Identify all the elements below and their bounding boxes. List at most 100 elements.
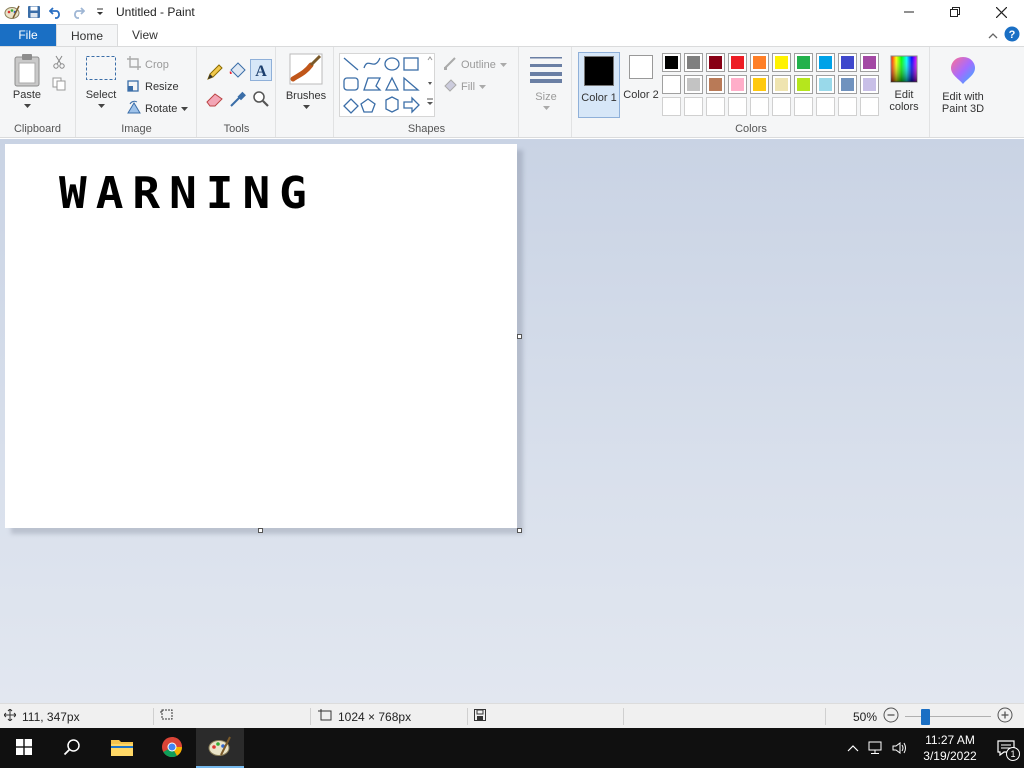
palette-swatch[interactable]: [728, 53, 747, 72]
palette-custom-slot[interactable]: [838, 97, 857, 116]
eraser-icon[interactable]: [206, 91, 224, 110]
paint-app-icon[interactable]: [2, 2, 22, 22]
rotate-button[interactable]: Rotate: [127, 100, 189, 117]
color1-button[interactable]: Color 1: [578, 52, 620, 118]
save-icon[interactable]: [24, 2, 44, 22]
palette-swatch[interactable]: [706, 53, 725, 72]
color2-button[interactable]: Color 2: [623, 55, 659, 101]
edit-with-paint3d-button[interactable]: Edit with Paint 3D: [935, 55, 991, 115]
paint3d-icon: [949, 55, 977, 85]
palette-swatch[interactable]: [838, 75, 857, 94]
palette-swatch[interactable]: [816, 53, 835, 72]
fill-button[interactable]: Fill: [443, 78, 487, 95]
palette-swatch[interactable]: [838, 53, 857, 72]
zoom-in-icon[interactable]: [997, 707, 1013, 726]
undo-icon[interactable]: [46, 2, 66, 22]
resize-handle-right[interactable]: [517, 334, 522, 339]
palette-custom-slot[interactable]: [816, 97, 835, 116]
show-hidden-icons-icon[interactable]: [842, 744, 864, 752]
palette-custom-slot[interactable]: [860, 97, 879, 116]
palette-custom-slot[interactable]: [728, 97, 747, 116]
network-icon[interactable]: [864, 741, 888, 755]
size-button[interactable]: Size: [527, 55, 565, 110]
palette-swatch[interactable]: [662, 75, 681, 94]
palette-swatch-color: [863, 78, 876, 91]
fill-bucket-icon[interactable]: [228, 62, 248, 83]
clock-time: 11:27 AM: [925, 733, 975, 747]
customize-qat-icon[interactable]: [90, 2, 110, 22]
select-button[interactable]: Select: [83, 55, 119, 108]
palette-swatch-color: [819, 78, 832, 91]
outline-button[interactable]: Outline: [443, 56, 507, 73]
palette-custom-slot[interactable]: [662, 97, 681, 116]
zoom-slider[interactable]: [905, 708, 992, 725]
resize-handle-corner[interactable]: [517, 528, 522, 533]
palette-custom-slot[interactable]: [684, 97, 703, 116]
cut-icon[interactable]: [52, 55, 66, 72]
redo-icon[interactable]: [68, 2, 88, 22]
palette-custom-slot[interactable]: [772, 97, 791, 116]
tab-view[interactable]: View: [118, 24, 172, 46]
search-button[interactable]: [48, 728, 96, 768]
window-controls: [886, 0, 1024, 24]
outline-icon: [443, 56, 457, 73]
rotate-icon: [127, 100, 141, 117]
edit-colors-label: Edit colors: [889, 89, 919, 113]
palette-swatch[interactable]: [860, 53, 879, 72]
resize-label: Resize: [145, 80, 179, 93]
palette-swatch[interactable]: [728, 75, 747, 94]
palette-swatch[interactable]: [662, 53, 681, 72]
resize-handle-bottom[interactable]: [258, 528, 263, 533]
palette-swatch[interactable]: [684, 53, 703, 72]
taskbar-file-explorer[interactable]: [98, 728, 146, 768]
volume-icon[interactable]: [888, 741, 912, 755]
copy-icon[interactable]: [52, 77, 66, 94]
minimize-button[interactable]: [886, 0, 932, 24]
palette-swatch[interactable]: [816, 75, 835, 94]
close-button[interactable]: [978, 0, 1024, 24]
shapes-gallery[interactable]: [339, 53, 435, 117]
zoom-slider-thumb[interactable]: [921, 708, 931, 725]
crop-icon: [127, 56, 141, 73]
collapse-ribbon-icon[interactable]: [988, 29, 998, 43]
brushes-button[interactable]: Brushes: [283, 53, 329, 109]
magnifier-icon[interactable]: [252, 90, 270, 111]
palette-custom-slot[interactable]: [706, 97, 725, 116]
notification-center-icon[interactable]: 1: [988, 728, 1024, 768]
palette-swatch[interactable]: [772, 53, 791, 72]
clock[interactable]: 11:27 AM 3/19/2022: [912, 732, 988, 764]
crop-button[interactable]: Crop: [127, 56, 169, 73]
system-tray: 11:27 AM 3/19/2022 1: [842, 728, 1024, 768]
help-icon[interactable]: ?: [1004, 26, 1020, 45]
restore-button[interactable]: [932, 0, 978, 24]
taskbar-chrome[interactable]: [148, 728, 196, 768]
palette-swatch-color: [687, 56, 700, 69]
color-picker-icon[interactable]: [229, 90, 247, 111]
brushes-label: Brushes: [285, 90, 327, 102]
taskbar-paint[interactable]: [196, 728, 244, 768]
zoom-out-icon[interactable]: [883, 707, 899, 726]
pencil-icon[interactable]: [206, 63, 224, 84]
palette-custom-slot[interactable]: [750, 97, 769, 116]
palette-swatch[interactable]: [706, 75, 725, 94]
drawing-canvas[interactable]: WARNING: [5, 144, 517, 528]
palette-swatch[interactable]: [750, 53, 769, 72]
palette-swatch-color: [709, 78, 722, 91]
palette-swatch[interactable]: [860, 75, 879, 94]
palette-swatch[interactable]: [684, 75, 703, 94]
status-bar: 111, 347px 1024 × 768px 50%: [0, 703, 1024, 728]
palette-swatch[interactable]: [794, 53, 813, 72]
palette-swatch[interactable]: [772, 75, 791, 94]
resize-button[interactable]: Resize: [127, 78, 179, 95]
cursor-position: 111, 347px: [3, 704, 80, 729]
palette-swatch-color: [687, 78, 700, 91]
start-button[interactable]: [0, 728, 48, 768]
palette-custom-slot[interactable]: [794, 97, 813, 116]
palette-swatch[interactable]: [750, 75, 769, 94]
text-tool-icon[interactable]: A: [250, 59, 272, 81]
palette-swatch[interactable]: [794, 75, 813, 94]
tab-file[interactable]: File: [0, 24, 56, 46]
paste-button[interactable]: Paste: [8, 53, 46, 108]
tab-home[interactable]: Home: [56, 24, 119, 46]
edit-colors-button[interactable]: Edit colors: [884, 55, 924, 113]
